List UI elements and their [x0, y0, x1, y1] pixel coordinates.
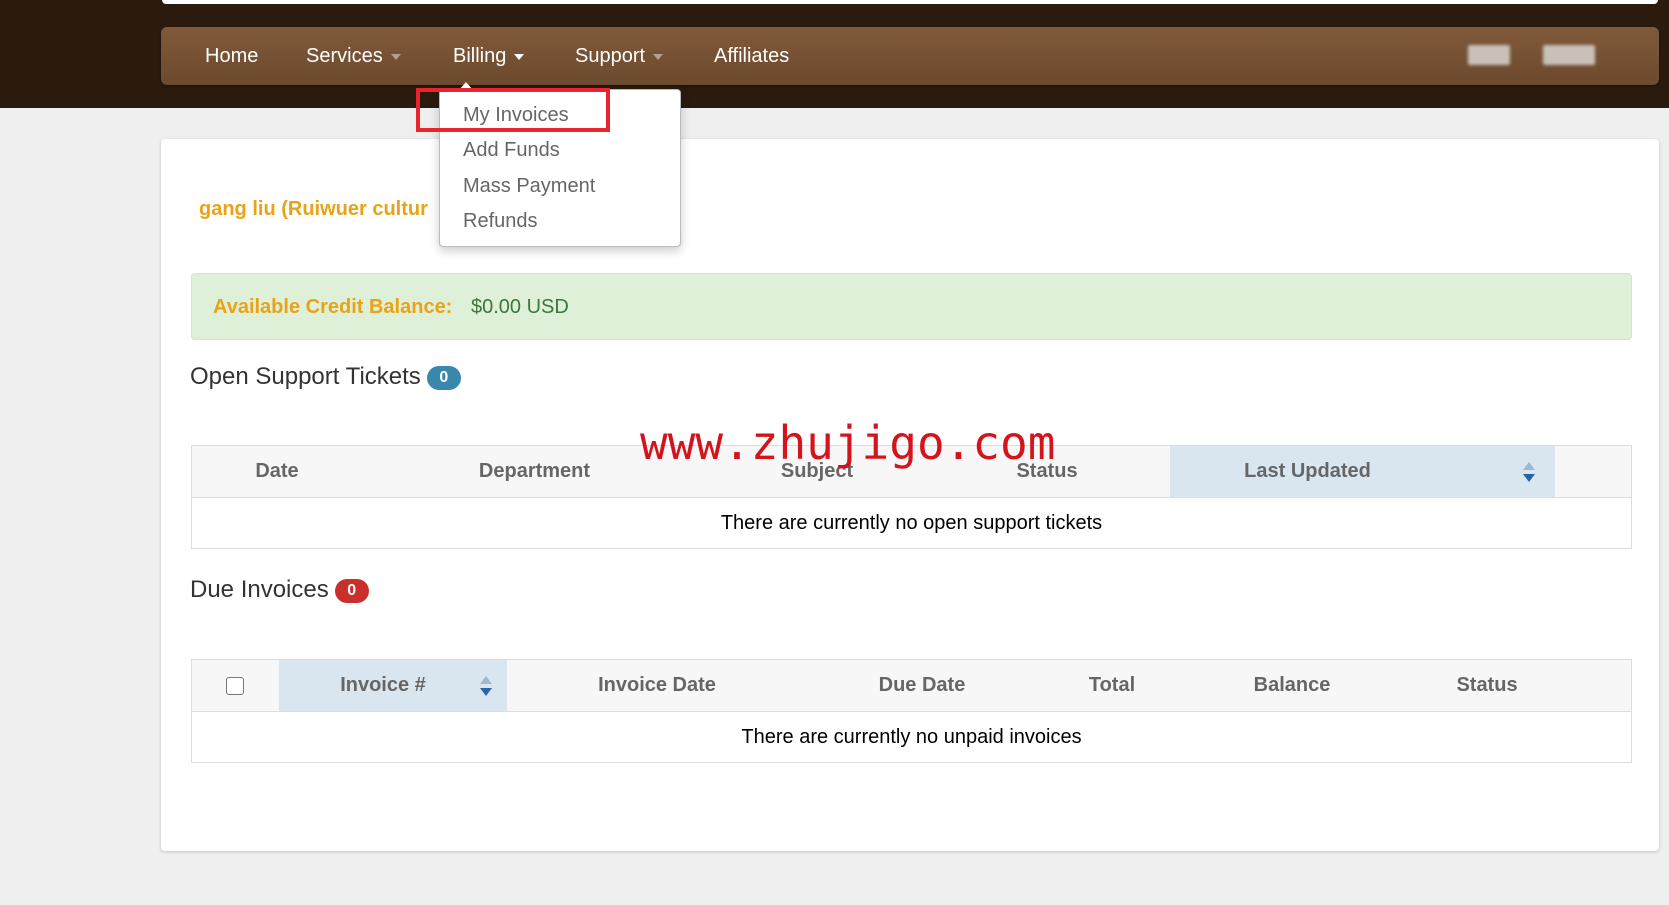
- invoices-empty-message: There are currently no unpaid invoices: [192, 712, 1631, 762]
- col-date[interactable]: Date: [192, 446, 362, 497]
- nav-billing-label: Billing: [453, 45, 507, 67]
- tickets-empty-message: There are currently no open support tick…: [192, 498, 1631, 548]
- nav-support-label: Support: [575, 45, 646, 67]
- user-menu-blurred[interactable]: [1468, 45, 1510, 65]
- col-balance[interactable]: Balance: [1187, 660, 1397, 711]
- credit-balance-label: Available Credit Balance:: [213, 296, 453, 318]
- nav-home[interactable]: Home: [205, 27, 258, 85]
- chevron-down-icon: [390, 53, 401, 60]
- watermark-text: www.zhujigo.com: [640, 416, 1056, 470]
- invoices-count-badge: 0: [334, 578, 369, 603]
- chevron-down-icon: [514, 53, 525, 60]
- col-last-updated-label: Last Updated: [1244, 460, 1371, 482]
- chevron-down-icon: [653, 53, 664, 60]
- header-strip: [162, 0, 1658, 4]
- nav-billing[interactable]: Billing: [453, 27, 525, 85]
- credit-balance-value: $0.00 USD: [471, 296, 569, 318]
- col-invoice-status[interactable]: Status: [1397, 660, 1577, 711]
- nav-affiliates-label: Affiliates: [714, 45, 790, 67]
- select-all-checkbox[interactable]: [226, 677, 244, 695]
- tickets-count-badge: 0: [426, 365, 461, 390]
- menu-item-refunds[interactable]: Refunds: [463, 204, 538, 238]
- col-total[interactable]: Total: [1037, 660, 1187, 711]
- menu-item-add-funds[interactable]: Add Funds: [463, 133, 560, 167]
- col-invoice-date[interactable]: Invoice Date: [507, 660, 807, 711]
- invoices-title-text: Due Invoices: [190, 576, 329, 603]
- nav-services-label: Services: [306, 45, 383, 67]
- invoices-section-title: Due Invoices 0: [190, 576, 369, 604]
- nav-home-label: Home: [205, 45, 259, 67]
- tickets-title-text: Open Support Tickets: [190, 363, 421, 390]
- main-navbar: Home Services Billing Support Affiliates: [161, 27, 1659, 85]
- sort-desc-icon: [1523, 462, 1535, 482]
- invoices-table-header: Invoice # Invoice Date Due Date Total Ba…: [192, 660, 1631, 712]
- account-name-link[interactable]: gang liu (Ruiwuer cultur: [199, 198, 428, 221]
- user-menu-blurred-2[interactable]: [1543, 45, 1595, 65]
- menu-item-mass-payment[interactable]: Mass Payment: [463, 169, 595, 203]
- sort-desc-icon: [480, 676, 492, 696]
- nav-services[interactable]: Services: [306, 27, 401, 85]
- tickets-section-title: Open Support Tickets 0: [190, 363, 461, 391]
- col-invoice-number[interactable]: Invoice #: [279, 660, 507, 711]
- col-due-date[interactable]: Due Date: [807, 660, 1037, 711]
- col-last-updated[interactable]: Last Updated: [1170, 446, 1555, 497]
- nav-affiliates[interactable]: Affiliates: [714, 27, 789, 85]
- invoices-table: Invoice # Invoice Date Due Date Total Ba…: [191, 659, 1632, 763]
- credit-balance-alert: Available Credit Balance: $0.00 USD: [191, 273, 1632, 340]
- col-invoice-number-label: Invoice #: [340, 674, 426, 696]
- annotation-highlight-box: [416, 88, 610, 132]
- nav-support[interactable]: Support: [575, 27, 664, 85]
